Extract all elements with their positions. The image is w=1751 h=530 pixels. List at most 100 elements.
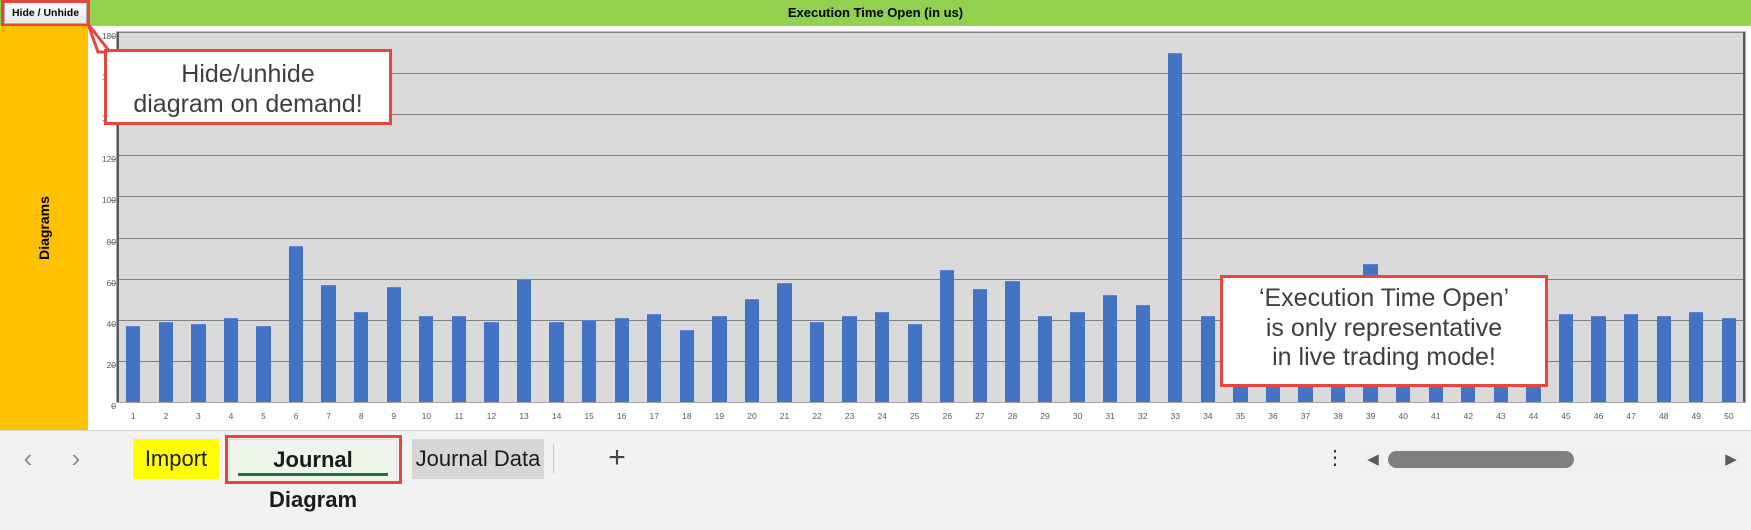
chart-bar[interactable]: [1200, 315, 1215, 402]
scroll-right-arrow-icon[interactable]: ▶: [1718, 450, 1744, 468]
chart-bar[interactable]: [875, 311, 890, 402]
chart-bar[interactable]: [126, 325, 141, 402]
x-axis-tick-label: 11: [454, 411, 464, 421]
x-axis-tick-label: 18: [682, 411, 692, 421]
active-tab-underline: [238, 473, 388, 476]
x-axis-tick-label: 30: [1072, 411, 1083, 421]
chart-bar-slot: [475, 32, 508, 402]
callout-exec-line1: ‘Execution Time Open’: [1258, 284, 1510, 312]
x-axis-tick-label: 28: [1007, 411, 1018, 421]
chart-bar[interactable]: [679, 330, 694, 402]
diagrams-sidebar[interactable]: Diagrams: [0, 26, 88, 430]
chart-bar-slot: [1713, 32, 1746, 402]
x-axis-tick-label: 10: [421, 411, 432, 421]
sheet-next-arrow-icon[interactable]: ›: [52, 439, 100, 479]
chart-bar[interactable]: [712, 315, 727, 402]
x-axis-tick-label: 1: [130, 411, 136, 421]
y-axis-tick-mark: [111, 406, 116, 407]
scrollbar-track[interactable]: [1386, 445, 1718, 473]
callout-exec-line2: is only representative: [1265, 313, 1503, 342]
chart-bar[interactable]: [777, 282, 792, 402]
x-axis-tick-label: 3: [196, 411, 201, 421]
sheet-tab-bar: ‹ › Import Journal Diagram Journal Data …: [0, 430, 1751, 530]
chart-bar[interactable]: [1102, 295, 1118, 402]
chart-bar[interactable]: [809, 321, 825, 402]
x-axis-tick-label: 4: [228, 411, 234, 421]
chart-bar[interactable]: [744, 299, 760, 402]
chart-bar-slot: [1615, 32, 1648, 402]
chart-bar[interactable]: [1558, 313, 1574, 402]
horizontal-scrollbar[interactable]: ◀ ▶: [1360, 445, 1744, 473]
chart-bar-slot: [833, 32, 866, 402]
x-axis-tick-label: 32: [1137, 411, 1148, 421]
chart-bar[interactable]: [1689, 311, 1704, 402]
chart-bar[interactable]: [1135, 305, 1150, 402]
chart-bar[interactable]: [940, 270, 955, 402]
chart-bar-slot: [573, 32, 606, 402]
chart-bar[interactable]: [1623, 313, 1639, 402]
scrollbar-thumb[interactable]: [1388, 451, 1574, 468]
chart-bar-slot: [540, 32, 573, 402]
chart-bar[interactable]: [288, 245, 304, 402]
x-axis-tick-label: 22: [812, 411, 822, 421]
chart-bar[interactable]: [1591, 315, 1606, 402]
x-axis-tick-label: 5: [261, 411, 266, 421]
x-axis-tick-label: 41: [1431, 411, 1441, 421]
callout-hide-line2: diagram on demand!: [133, 89, 363, 118]
page-title: Execution Time Open (in us): [787, 5, 964, 20]
chart-bar[interactable]: [1005, 280, 1020, 402]
x-axis-tick-label: 39: [1365, 411, 1376, 421]
chart-bar[interactable]: [191, 323, 206, 402]
callout-execution-time: ‘Execution Time Open’ is only representa…: [1220, 275, 1548, 387]
hide-unhide-button[interactable]: Hide / Unhide: [4, 2, 87, 24]
chart-bar[interactable]: [907, 323, 922, 402]
chart-bar[interactable]: [647, 313, 662, 402]
sheet-prev-arrow-icon[interactable]: ‹: [4, 439, 52, 479]
x-axis-tick-label: 36: [1268, 411, 1278, 421]
chart-bar[interactable]: [419, 315, 434, 402]
chart-bar[interactable]: [451, 315, 467, 402]
x-axis-tick-label: 27: [975, 411, 985, 421]
chart-bar[interactable]: [484, 321, 499, 402]
chart-bar-slot: [1029, 32, 1062, 402]
chart-bar[interactable]: [972, 288, 988, 402]
x-axis-tick-label: 48: [1658, 411, 1669, 421]
x-axis-tick-label: 46: [1593, 411, 1604, 421]
sheet-options-icon[interactable]: ⋮: [1322, 443, 1348, 475]
chart-bar[interactable]: [354, 311, 369, 402]
sheet-tab-journal-diagram[interactable]: Journal Diagram: [229, 439, 397, 512]
x-axis-tick-label: 38: [1333, 411, 1343, 421]
chart-bar[interactable]: [1168, 52, 1183, 402]
x-axis-tick-label: 15: [584, 411, 594, 421]
x-axis-tick-label: 35: [1235, 411, 1246, 421]
chart-bar[interactable]: [581, 319, 597, 402]
x-axis-tick-label: 8: [358, 411, 364, 421]
chart-bar[interactable]: [842, 315, 857, 402]
sheet-tab-journal-data[interactable]: Journal Data: [412, 439, 544, 479]
chart-bar[interactable]: [1656, 315, 1671, 402]
chart-bar-slot: [1159, 32, 1192, 402]
chart-bar[interactable]: [158, 321, 173, 402]
x-axis-tick-label: 50: [1724, 411, 1734, 421]
chart-bar-slot: [899, 32, 932, 402]
chart-bar[interactable]: [549, 321, 564, 402]
x-axis-tick-label: 17: [649, 411, 660, 421]
chart-bar[interactable]: [1070, 311, 1085, 402]
x-axis-tick-label: 12: [486, 411, 497, 421]
chart-bar[interactable]: [1721, 317, 1736, 402]
chart-bar[interactable]: [223, 317, 239, 402]
chart-bar[interactable]: [321, 284, 336, 402]
excel-journal-diagram-window: Execution Time Open (in us) Hide / Unhid…: [0, 0, 1751, 530]
chart-bar-slot: [638, 32, 671, 402]
chart-bar[interactable]: [256, 325, 271, 402]
chart-bar[interactable]: [1037, 315, 1053, 402]
add-sheet-button[interactable]: +: [596, 439, 638, 479]
scroll-left-arrow-icon[interactable]: ◀: [1360, 450, 1386, 468]
chart-bar[interactable]: [614, 317, 629, 402]
chart-bar-slot: [866, 32, 899, 402]
chart-bar[interactable]: [386, 286, 401, 402]
sheet-tab-import[interactable]: Import: [133, 439, 219, 479]
chart-bar-slot: [410, 32, 443, 402]
x-axis-tick-label: 24: [877, 411, 887, 421]
chart-bar[interactable]: [516, 278, 532, 402]
